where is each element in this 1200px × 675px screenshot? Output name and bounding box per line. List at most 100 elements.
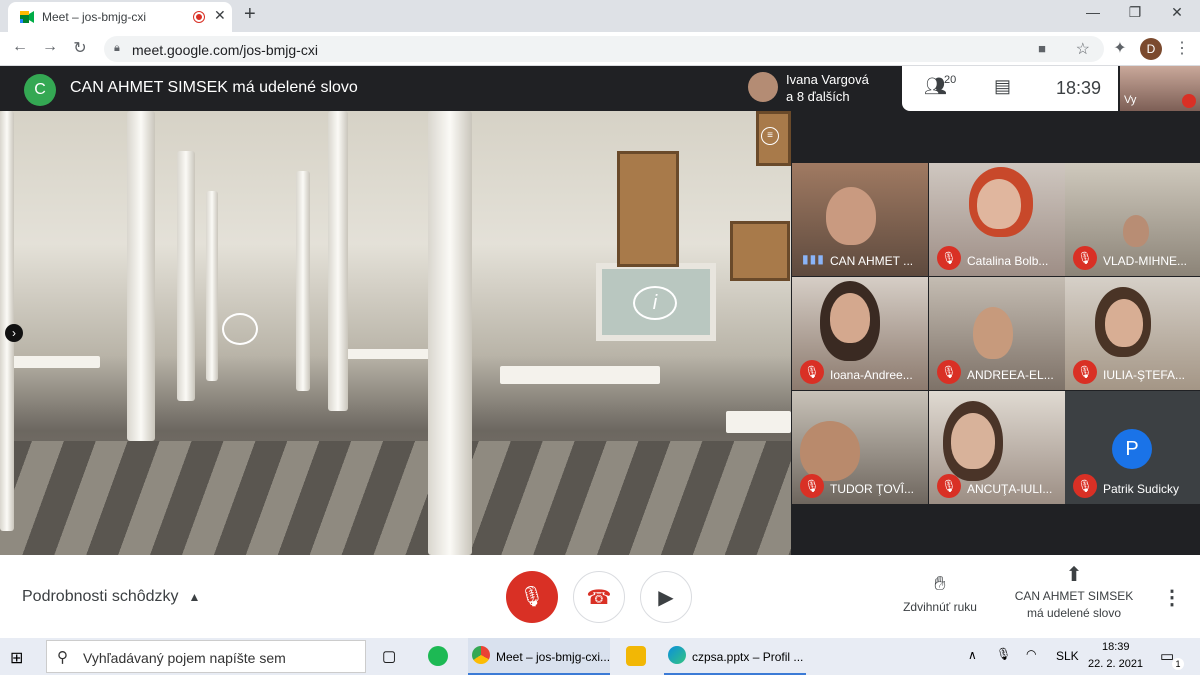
participant-grid: ▮▮▮ CAN AHMET ... 🎙︎ Catalina Bolb... 🎙︎… (791, 111, 1200, 555)
forward-icon[interactable]: → (38, 38, 62, 56)
column (328, 111, 348, 411)
chevron-up-icon[interactable]: ∧ (968, 648, 977, 662)
participant-tile[interactable]: 🎙︎ TUDOR ŢOVÎ... (792, 391, 928, 504)
profile-avatar[interactable]: D (1140, 38, 1162, 60)
navigation-hotspot-icon[interactable] (222, 313, 258, 345)
windows-start-icon[interactable]: ⊞ (10, 648, 23, 668)
participant-video (800, 421, 860, 481)
column (206, 191, 218, 381)
browser-toolbar: ← → ↻ 🔒︎ meet.google.com/jos-bmjg-cxi ■ … (0, 32, 1200, 66)
clock-time[interactable]: 18:39 (1102, 641, 1130, 653)
mic-off-icon: 🎙︎ (937, 246, 961, 270)
presenter-others: a 8 ďalších (786, 89, 850, 104)
speaker-avatar: C (24, 74, 56, 106)
presenting-label: CAN AHMET SIMSEK má udelené slovo (1014, 589, 1134, 620)
self-label: Vy (1124, 94, 1137, 106)
chrome-icon (472, 646, 490, 664)
column (177, 151, 195, 401)
wifi-icon[interactable]: ◠ (1026, 647, 1036, 661)
participant-tile[interactable]: 🎙︎ IULIA-ŞTEFA... (1065, 277, 1200, 390)
taskbar-app-chrome[interactable]: Meet – jos-bmjg-cxi... (468, 638, 610, 675)
language-indicator[interactable]: SLK (1056, 649, 1079, 663)
camera-toggle-button[interactable]: ▶︎ (640, 571, 692, 623)
participant-name: Ioana-Andree... (830, 368, 913, 382)
back-icon[interactable]: ← (8, 38, 32, 56)
camera-icon[interactable]: ■ (1038, 41, 1046, 56)
meet-favicon-icon (20, 11, 34, 23)
address-bar[interactable]: 🔒︎ meet.google.com/jos-bmjg-cxi ■ ☆ (104, 36, 1104, 62)
participant-name: ANDREEA-EL... (967, 368, 1054, 382)
participant-tile[interactable]: 🎙︎ Ioana-Andree... (792, 277, 928, 390)
participants-count: 20 (944, 74, 957, 86)
participant-video (1123, 215, 1149, 247)
column (296, 171, 310, 391)
present-now-button[interactable]: ⬆︎ CAN AHMET SIMSEK má udelené slovo (1008, 564, 1140, 622)
leave-call-button[interactable]: ☎︎ (573, 571, 625, 623)
tab-title: Meet – jos-bmjg-cxi (42, 10, 147, 24)
participant-tile[interactable]: ▮▮▮ CAN AHMET ... (792, 163, 928, 276)
taskbar-app-label: czpsa.pptx – Profil ... (692, 650, 804, 664)
self-video-tile[interactable]: Vy (1120, 66, 1200, 111)
raise-hand-label: Zdvihnúť ruku (903, 600, 977, 614)
task-view-icon[interactable]: ▢ (382, 647, 396, 665)
meeting-info-panel: 👥︎ 20 ▤ 18:39 (902, 66, 1118, 111)
reload-icon[interactable]: ↻ (68, 38, 92, 58)
participant-tile[interactable]: 🎙︎ Catalina Bolb... (929, 163, 1065, 276)
meeting-time: 18:39 (1056, 78, 1102, 98)
present-screen-icon: ⬆︎ (1065, 564, 1083, 586)
participant-name: Catalina Bolb... (967, 254, 1049, 268)
raise-hand-button[interactable]: ✋︎ Zdvihnúť ruku (890, 573, 990, 614)
minimize-window-button[interactable]: — (1078, 4, 1108, 20)
participant-tile[interactable]: 🎙︎ VLAD-MIHNE... (1065, 163, 1200, 276)
lab-table (726, 411, 791, 433)
participant-name: ANCUŢA-IULI... (967, 482, 1053, 496)
meeting-controls-bar: Podrobnosti schôdzky ▲ 🎙︎ ☎︎ ▶︎ ✋︎ Zdvihn… (0, 555, 1200, 638)
info-hotspot-icon[interactable]: i (633, 286, 677, 320)
mic-off-icon (1182, 94, 1196, 108)
mic-off-icon: 🎙︎ (800, 474, 824, 498)
clock-date[interactable]: 22. 2. 2021 (1088, 658, 1143, 670)
bookmark-star-icon[interactable]: ☆ (1076, 39, 1090, 59)
edge-icon (668, 646, 686, 664)
meeting-details-label: Podrobnosti schôdzky (22, 588, 179, 605)
presentation-view: i › ≡ (0, 111, 791, 555)
participant-tile[interactable]: 🎙︎ ANCUŢA-IULI... (929, 391, 1065, 504)
menu-icon[interactable]: ≡ (761, 127, 779, 145)
search-icon: ⚲ (57, 649, 68, 666)
taskbar-search-box[interactable]: ⚲ Vyhľadávaný pojem napíšte sem (46, 640, 366, 673)
anatomy-poster (730, 221, 790, 281)
participant-video (951, 413, 995, 469)
windows-taskbar: ⊞ ⚲ Vyhľadávaný pojem napíšte sem ▢ Meet… (0, 638, 1200, 675)
mic-off-icon: 🎙︎ (937, 474, 961, 498)
speaking-indicator-icon: ▮▮▮ (802, 252, 825, 266)
new-tab-button[interactable]: + (244, 3, 256, 26)
browser-tab-meet[interactable]: Meet – jos-bmjg-cxi ✕ (8, 2, 232, 32)
taskbar-app-edge[interactable]: czpsa.pptx – Profil ... (664, 638, 806, 675)
browser-menu-icon[interactable]: ⋮ (1170, 38, 1194, 58)
participant-video (1105, 299, 1143, 347)
spotify-icon[interactable] (428, 646, 448, 666)
column (428, 111, 472, 555)
system-tray: ∧ 🎙︎ ◠ SLK 18:39 22. 2. 2021 ▭ 1 (960, 638, 1200, 675)
chat-icon[interactable]: ▤ (994, 76, 1011, 97)
extensions-icon[interactable]: ✦ (1108, 38, 1132, 58)
chevron-right-icon[interactable]: › (5, 324, 23, 342)
close-window-button[interactable]: ✕ (1162, 4, 1192, 21)
participant-video (830, 293, 870, 343)
recording-indicator-icon (194, 12, 204, 22)
presenter-avatar (748, 72, 778, 102)
close-tab-icon[interactable]: ✕ (214, 7, 226, 24)
participant-tile[interactable]: P 🎙︎ Patrik Sudicky (1065, 391, 1200, 504)
participant-name: CAN AHMET ... (830, 254, 914, 268)
mic-off-icon: 🎙︎ (1073, 246, 1097, 270)
meeting-details-button[interactable]: Podrobnosti schôdzky ▲ (22, 588, 200, 606)
mic-toggle-button[interactable]: 🎙︎ (506, 571, 558, 623)
participant-name: VLAD-MIHNE... (1103, 254, 1188, 268)
participant-tile[interactable]: 🎙︎ ANDREEA-EL... (929, 277, 1065, 390)
restore-window-button[interactable]: ❐ (1120, 4, 1150, 21)
presenter-info[interactable]: Ivana Vargová a 8 ďalších (742, 66, 902, 111)
more-options-icon[interactable]: ⋮ (1162, 585, 1182, 610)
file-explorer-icon[interactable] (626, 646, 646, 666)
microphone-icon[interactable]: 🎙︎ (996, 647, 1011, 661)
participant-video (826, 187, 876, 245)
